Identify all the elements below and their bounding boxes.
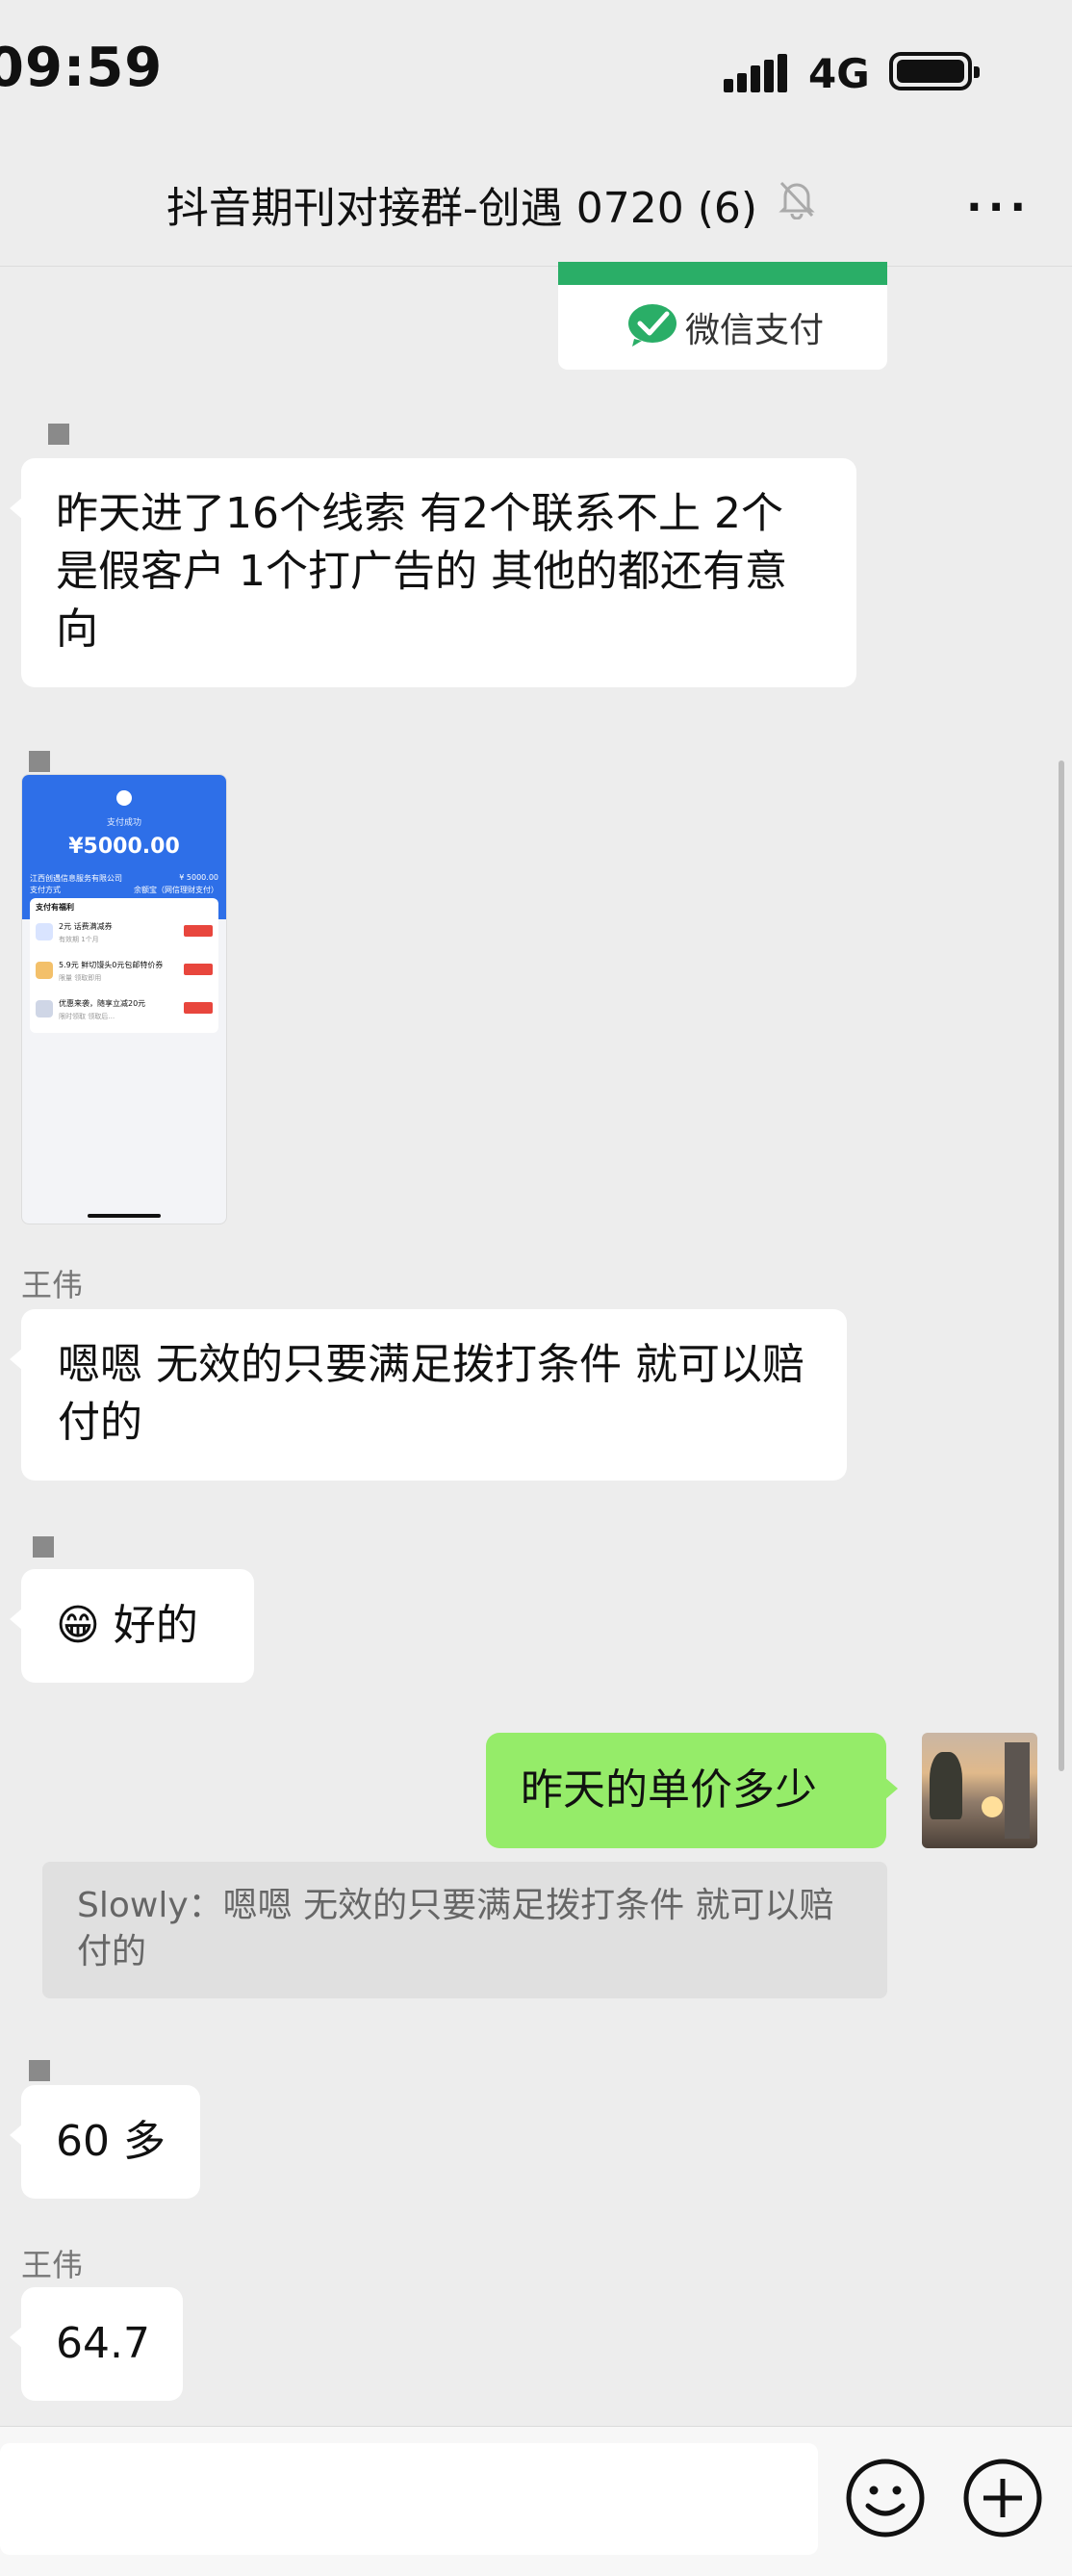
status-time: 09:59 bbox=[0, 37, 164, 99]
screenshot-amount: ¥5000.00 bbox=[68, 835, 180, 859]
quoted-text: Slowly：嗯嗯 无效的只要满足拨打条件 就可以赔付的 bbox=[77, 1886, 834, 1971]
pay-card-header bbox=[558, 262, 887, 285]
payment-screenshot-image[interactable]: 支付成功 ¥5000.00 江西创遇信息服务有限公司 ¥ 5000.00 支付方… bbox=[21, 774, 227, 1224]
message-text: 60 多 bbox=[56, 2117, 166, 2166]
message-bubble[interactable]: 😁 好的 bbox=[10, 1569, 254, 1683]
message-input[interactable] bbox=[0, 2443, 818, 2555]
signal-icon bbox=[724, 54, 789, 92]
screenshot-benefit-row: 2元 话费满减券 有效期 1个月 bbox=[36, 919, 213, 954]
wechat-pay-icon bbox=[628, 304, 676, 347]
message-text: 64.7 bbox=[56, 2319, 150, 2368]
sender-name: 王伟 bbox=[21, 2247, 84, 2283]
message-bubble[interactable]: 昨天进了16个线索 有2个联系不上 2个是假客户 1个打广告的 其他的都还有意向 bbox=[10, 458, 856, 687]
grin-emoji-icon: 😁 bbox=[56, 1601, 100, 1650]
user-avatar[interactable] bbox=[922, 1733, 1037, 1848]
message-text: 好的 bbox=[113, 1601, 198, 1650]
scrollbar[interactable] bbox=[1059, 760, 1064, 1771]
avatar[interactable] bbox=[48, 424, 69, 445]
wechat-pay-label: 微信支付 bbox=[685, 311, 825, 350]
avatar[interactable] bbox=[29, 2060, 50, 2081]
message-bubble[interactable]: 嗯嗯 无效的只要满足拨打条件 就可以赔付的 bbox=[10, 1309, 847, 1481]
quoted-reply[interactable]: Slowly：嗯嗯 无效的只要满足拨打条件 就可以赔付的 bbox=[42, 1862, 887, 1998]
message-text: 嗯嗯 无效的只要满足拨打条件 就可以赔付的 bbox=[58, 1340, 804, 1447]
avatar[interactable] bbox=[33, 1536, 54, 1558]
screenshot-merchant-amount: ¥ 5000.00 bbox=[179, 873, 218, 882]
message-bubble[interactable]: 64.7 bbox=[10, 2287, 183, 2401]
screenshot-benefit-row: 5.9元 鲜切馒头0元包邮特价券 限量 领取即用 bbox=[36, 958, 213, 992]
mute-bell-icon bbox=[778, 181, 815, 219]
screenshot-header: 支付成功 bbox=[106, 818, 141, 828]
outgoing-message-bubble[interactable]: 昨天的单价多少 bbox=[486, 1733, 898, 1848]
plus-icon[interactable] bbox=[962, 2458, 1043, 2538]
battery-icon bbox=[889, 52, 980, 90]
more-options-button[interactable]: ··· bbox=[966, 183, 1032, 232]
payment-success-icon bbox=[116, 790, 132, 806]
smiley-icon[interactable] bbox=[845, 2458, 926, 2538]
avatar[interactable] bbox=[29, 751, 50, 772]
message-bubble[interactable]: 60 多 bbox=[10, 2085, 200, 2199]
screenshot-method-label: 支付方式 bbox=[30, 886, 61, 894]
sender-name: 王伟 bbox=[21, 1267, 84, 1303]
message-text: 昨天进了16个线索 有2个联系不上 2个是假客户 1个打广告的 其他的都还有意向 bbox=[56, 489, 787, 654]
screenshot-benefit-row: 优惠来袭，随享立减20元 限时领取 领取后… bbox=[36, 996, 213, 1031]
screenshot-method-value: 余额宝（网信理财支付） bbox=[134, 886, 218, 894]
screenshot-benefits-card: 支付有福利 2元 话费满减券 有效期 1个月 5.9元 鲜切馒头0元包邮特价券 … bbox=[30, 898, 218, 1033]
network-type: 4G bbox=[808, 50, 870, 97]
screenshot-benefits-title: 支付有福利 bbox=[36, 903, 74, 912]
screenshot-merchant: 江西创遇信息服务有限公司 bbox=[30, 874, 122, 883]
message-text: 昨天的单价多少 bbox=[521, 1765, 817, 1815]
